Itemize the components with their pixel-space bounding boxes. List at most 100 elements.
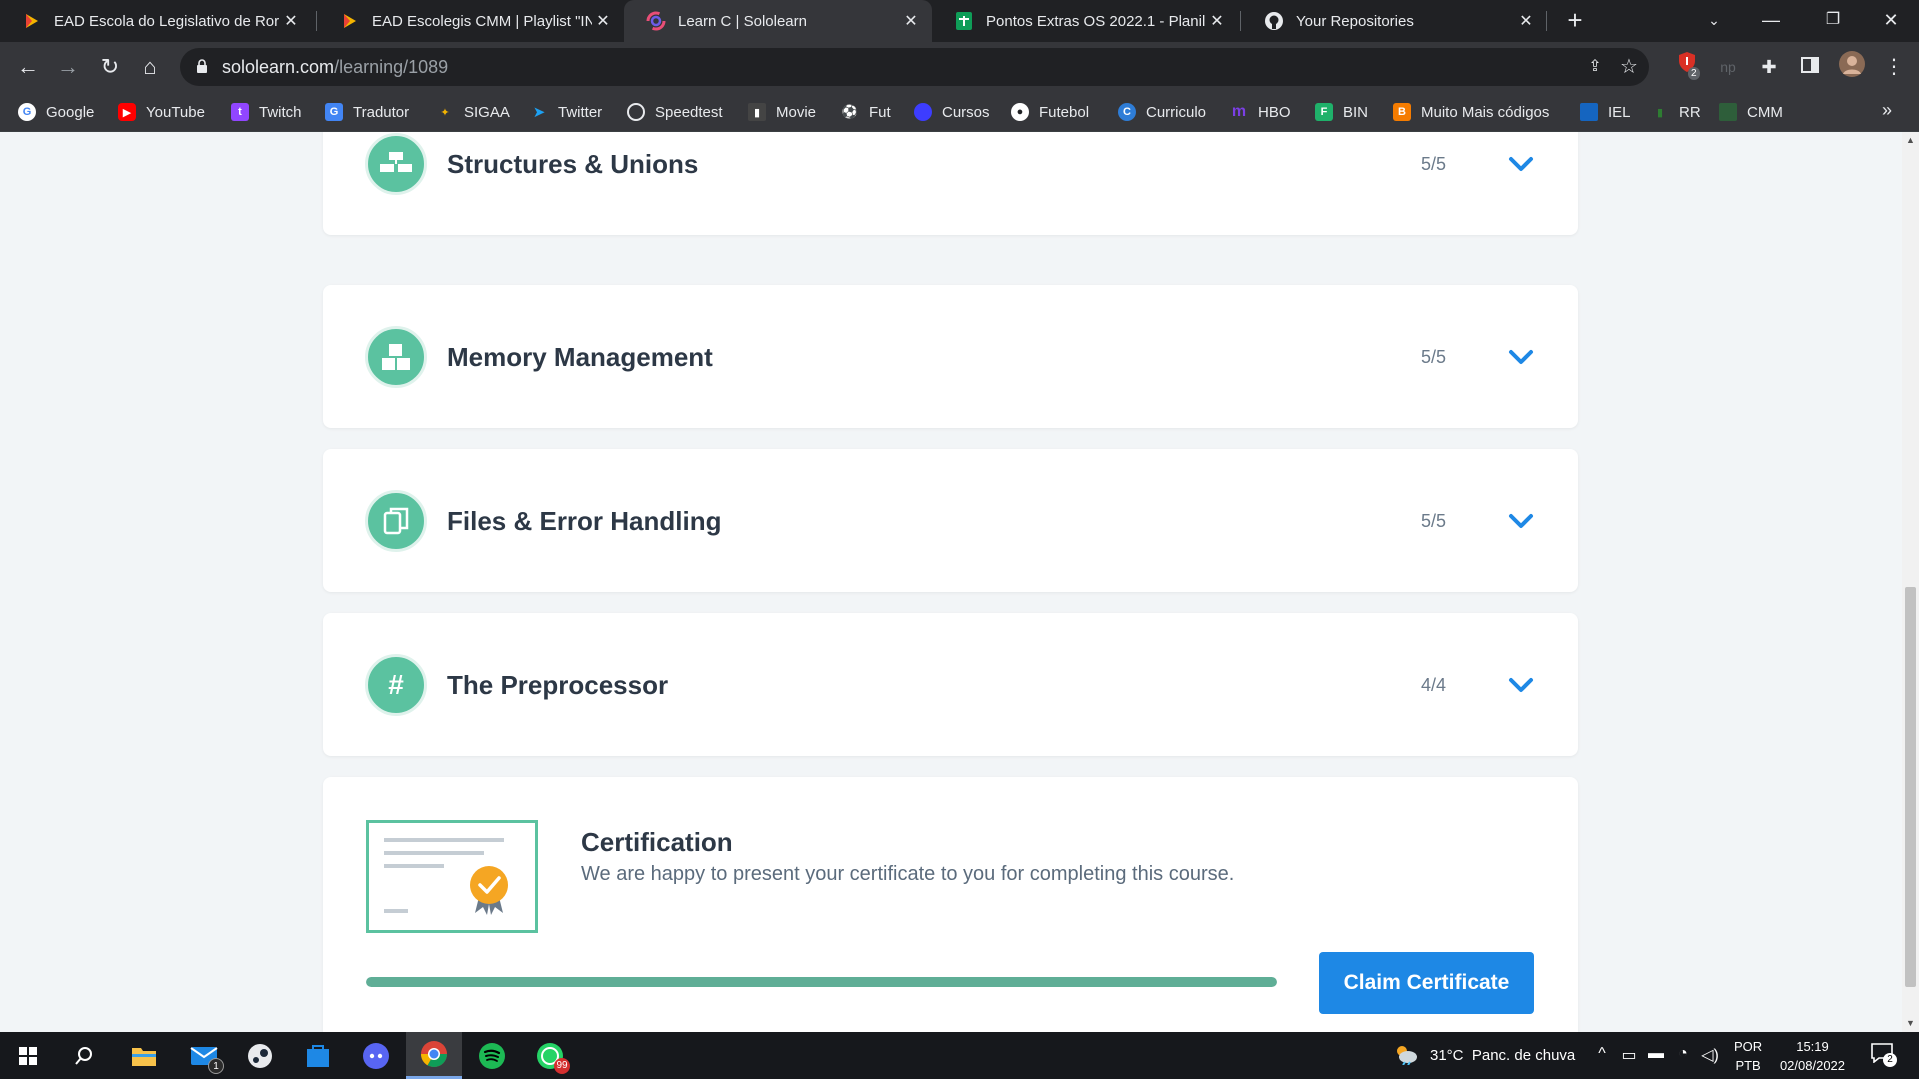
claim-certificate-button[interactable]: Claim Certificate [1319,952,1534,1014]
battery-icon[interactable]: ▬ [1645,1045,1667,1063]
bookmark-twitch[interactable]: t Twitch [231,100,302,124]
close-window-icon[interactable]: ✕ [1866,0,1916,42]
restore-icon[interactable]: ❐ [1808,0,1858,42]
module-card-preprocessor[interactable]: # The Preprocessor 4/4 [323,613,1578,756]
close-icon[interactable]: ✕ [592,11,614,31]
puzzle-icon[interactable]: ✚ [1753,51,1785,83]
bin-icon: F [1315,103,1333,121]
bookmark-google[interactable]: G Google [18,100,94,124]
bookmark-cmm[interactable]: CMM [1719,100,1783,124]
chrome-icon[interactable] [406,1032,462,1079]
bookmark-speedtest[interactable]: Speedtest [627,100,723,124]
bookmark-fut[interactable]: ⚽ Fut [841,100,891,124]
extension-np-icon[interactable]: np [1712,51,1744,83]
module-title: Structures & Unions [447,149,699,179]
bookmark-movie[interactable]: ▮ Movie [748,100,816,124]
bookmark-rr[interactable]: ▮ RR [1651,100,1701,124]
bookmark-curriculo[interactable]: C Curriculo [1118,100,1206,124]
module-title: The Preprocessor [447,670,669,700]
file-explorer-icon[interactable] [116,1032,172,1079]
ball-icon: ⚽ [841,104,859,119]
steam-icon[interactable] [232,1032,288,1079]
bookmark-youtube[interactable]: ▶ YouTube [118,100,205,124]
bookmark-twitter[interactable]: ➤ Twitter [530,100,602,124]
address-bar[interactable]: sololearn.com/learning/1089 ⇪ ☆ [180,48,1649,86]
tab-ead-escola[interactable]: EAD Escola do Legislativo de Ror ✕ [0,0,312,42]
bookmark-tradutor[interactable]: G Tradutor [325,100,409,124]
scrollbar-thumb[interactable] [1905,587,1916,987]
volume-icon[interactable]: ◁) [1699,1045,1721,1065]
reload-icon[interactable]: ↻ [94,51,126,83]
scroll-up-icon[interactable]: ▲ [1902,132,1919,149]
memory-blocks-icon [365,326,427,388]
bookmark-sigaa[interactable]: ✦ SIGAA [436,100,509,124]
clock-date: 02/08/2022 [1779,1058,1846,1073]
minimize-icon[interactable]: — [1746,0,1796,42]
back-arrow-icon[interactable]: ← [12,51,44,83]
spotify-icon[interactable] [464,1032,520,1079]
input-language[interactable]: POR PTB [1734,1037,1762,1075]
bookmarks-overflow-icon[interactable]: » [1882,100,1892,121]
bookmark-label: Google [46,103,95,121]
tab-strip: EAD Escola do Legislativo de Ror ✕ EAD E… [0,0,1919,42]
whatsapp-icon[interactable]: 99 [522,1032,578,1079]
tab-ead-escolegis[interactable]: EAD Escolegis CMM | Playlist "IN ✕ [318,0,624,42]
forward-arrow-icon[interactable]: → [52,51,84,83]
chevron-down-icon[interactable] [1507,345,1535,369]
tab-pontos-extras[interactable]: Pontos Extras OS 2022.1 - Planilh ✕ [932,0,1238,42]
discord-icon[interactable] [348,1032,404,1079]
page-scrollbar[interactable]: ▲ ▼ [1902,132,1919,1032]
close-icon[interactable]: ✕ [1206,11,1228,31]
mail-badge: 1 [208,1058,224,1074]
extension-shield-icon[interactable]: 2 [1671,51,1703,83]
weather-text[interactable]: 31°C Panc. de chuva [1430,1047,1575,1064]
close-icon[interactable]: ✕ [1515,11,1537,31]
new-tab-button[interactable]: + [1560,6,1590,36]
side-panel-icon[interactable] [1794,51,1826,83]
home-icon[interactable]: ⌂ [134,51,166,83]
close-icon[interactable]: ✕ [900,11,922,31]
notification-icon[interactable]: 2 [1871,1043,1897,1068]
weather-desc: Panc. de chuva [1471,1047,1576,1064]
chevron-down-icon[interactable] [1507,152,1535,176]
bookmark-label: Fut [869,103,891,121]
play-icon [22,11,42,31]
bookmark-futebol[interactable]: ● Futebol [1011,100,1089,124]
chevron-up-icon[interactable]: ^ [1591,1045,1613,1063]
twitter-icon: ➤ [532,104,546,121]
chevron-down-icon[interactable] [1507,673,1535,697]
tab-title: EAD Escolegis CMM | Playlist "IN [372,12,592,30]
module-card-files[interactable]: Files & Error Handling 5/5 [323,449,1578,592]
scroll-down-icon[interactable]: ▼ [1902,1015,1919,1032]
module-title: Files & Error Handling [447,506,722,536]
search-icon[interactable] [56,1032,112,1079]
module-progress: 4/4 [1421,675,1447,695]
tab-search-icon[interactable]: ⌄ [1689,0,1739,42]
wifi-icon[interactable]: ◔ [1672,1045,1694,1063]
bookmark-cursos[interactable]: Cursos [914,100,990,124]
tab-sololearn[interactable]: Learn C | Sololearn ✕ [624,0,932,42]
module-card-memory[interactable]: Memory Management 5/5 [323,285,1578,428]
tab-github[interactable]: Your Repositories ✕ [1242,0,1547,42]
bookmark-iel[interactable]: IEL [1580,100,1631,124]
windows-start-icon[interactable] [0,1032,56,1079]
cursos-icon [914,103,932,121]
module-card-structures[interactable]: Structures & Unions 5/5 [323,132,1578,235]
share-icon[interactable]: ⇪ [1583,55,1607,79]
close-icon[interactable]: ✕ [280,11,302,31]
clock[interactable]: 15:19 02/08/2022 [1775,1037,1850,1075]
star-icon[interactable]: ☆ [1617,55,1641,79]
bookmark-hbo[interactable]: m HBO [1230,100,1291,124]
menu-kebab-icon[interactable]: ⋮ [1878,51,1910,83]
weather-icon[interactable] [1393,1043,1417,1070]
bookmark-muito-mais-codigos[interactable]: B Muito Mais códigos [1393,100,1549,124]
bookmark-bin[interactable]: F BIN [1315,100,1368,124]
play-icon [340,11,360,31]
avatar[interactable] [1836,51,1868,83]
meet-now-icon[interactable]: ▭ [1618,1045,1640,1065]
mail-icon[interactable]: 1 [176,1032,232,1079]
chevron-down-icon[interactable] [1507,509,1535,533]
bookmark-label: Muito Mais códigos [1421,103,1550,121]
hash-icon: # [365,654,427,716]
store-icon[interactable] [290,1032,346,1079]
